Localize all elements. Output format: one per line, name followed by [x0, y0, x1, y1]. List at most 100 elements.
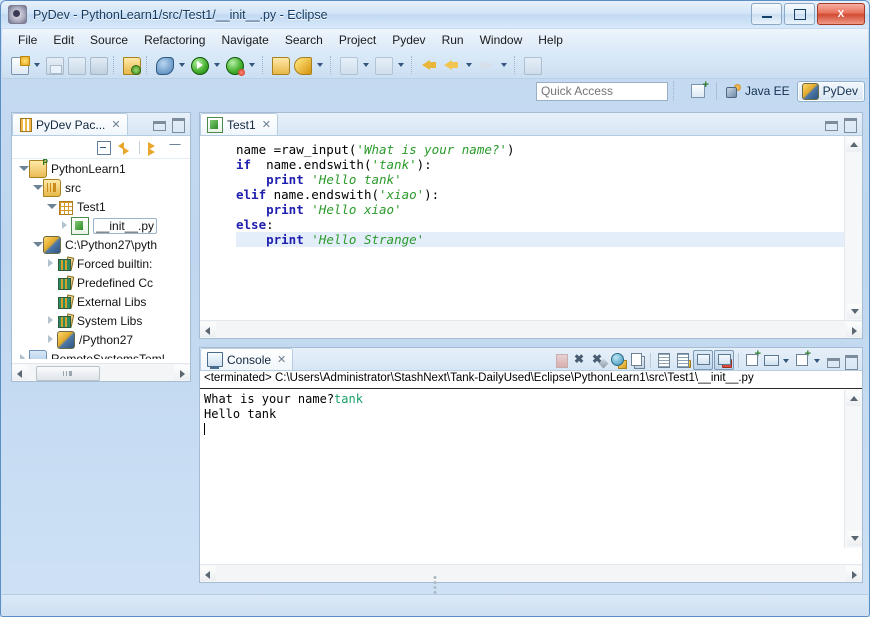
open-package-icon[interactable]	[121, 55, 141, 75]
scroll-down-icon[interactable]	[847, 304, 862, 319]
tree-item-init-py[interactable]: __init__.py	[12, 216, 190, 235]
tab-console[interactable]: Console ✕	[200, 348, 293, 370]
console-vscrollbar[interactable]	[844, 390, 862, 548]
pin-console-icon[interactable]	[743, 351, 761, 369]
run-external-tools-icon[interactable]	[224, 55, 244, 75]
menu-help[interactable]: Help	[530, 31, 571, 49]
tree-item-c-python27-pyth[interactable]: C:\Python27\pyth	[12, 235, 190, 254]
chevron-down-icon[interactable]	[176, 55, 187, 75]
chevron-down-icon[interactable]	[360, 55, 371, 75]
tree-item-predefined-cc[interactable]: Predefined Cc	[12, 273, 190, 292]
tree-item-src[interactable]: src	[12, 178, 190, 197]
package-explorer-hscrollbar[interactable]	[12, 363, 190, 381]
link-with-editor-icon[interactable]	[117, 139, 134, 155]
chevron-down-icon[interactable]	[781, 351, 792, 369]
menu-edit[interactable]: Edit	[45, 31, 82, 49]
menu-run[interactable]: Run	[434, 31, 472, 49]
chevron-down-icon[interactable]	[31, 55, 42, 75]
new-document-icon[interactable]	[9, 55, 29, 75]
close-icon[interactable]: ✕	[111, 118, 120, 131]
terminate-icon[interactable]	[571, 351, 589, 369]
close-icon[interactable]: ✕	[262, 118, 271, 131]
scroll-up-icon[interactable]	[846, 137, 861, 152]
maximize-view-icon[interactable]	[841, 115, 858, 132]
collapse-all-icon[interactable]	[95, 139, 112, 155]
minimize-view-icon[interactable]	[822, 115, 839, 132]
minimize-view-icon[interactable]	[824, 352, 841, 369]
tree-item-remotesystemstem[interactable]: RemoteSystemsTemǀ	[12, 349, 190, 359]
maximize-button[interactable]	[784, 3, 815, 25]
hscroll-track[interactable]	[28, 365, 174, 380]
clear-console-icon[interactable]	[609, 351, 627, 369]
chevron-down-icon[interactable]	[812, 351, 823, 369]
new-pydev-project-icon[interactable]	[338, 55, 358, 75]
scroll-right-icon[interactable]	[846, 322, 862, 337]
hscroll-track[interactable]	[216, 322, 846, 337]
tree-expand-arrow-closed-icon[interactable]	[58, 216, 71, 235]
show-console-on-output-icon[interactable]	[693, 350, 713, 370]
display-selected-console-icon[interactable]	[762, 351, 780, 369]
tree-expand-arrow-open-icon[interactable]	[30, 178, 43, 197]
back-icon[interactable]	[441, 55, 461, 75]
quick-access-input[interactable]	[536, 82, 668, 101]
scroll-lock-icon[interactable]	[655, 351, 673, 369]
menu-file[interactable]: File	[10, 31, 45, 49]
tree-expand-arrow-closed-icon[interactable]	[44, 311, 57, 330]
copy-console-icon[interactable]	[628, 351, 646, 369]
minimize-button[interactable]	[751, 3, 782, 25]
chevron-down-icon[interactable]	[211, 55, 222, 75]
hscroll-thumb[interactable]	[36, 366, 100, 381]
tree-expand-arrow-closed-icon[interactable]	[44, 254, 57, 273]
tree-item-python27[interactable]: /Python27	[12, 330, 190, 349]
forward-icon[interactable]	[476, 55, 496, 75]
pydev-key-icon[interactable]	[292, 55, 312, 75]
scroll-left-icon[interactable]	[200, 322, 216, 337]
close-icon[interactable]: ✕	[277, 353, 286, 366]
open-folder-icon[interactable]	[270, 55, 290, 75]
menu-refactoring[interactable]: Refactoring	[136, 31, 213, 49]
print-icon[interactable]	[88, 55, 108, 75]
editor-hscrollbar[interactable]	[200, 320, 862, 338]
tree-expand-arrow-closed-icon[interactable]	[44, 330, 57, 349]
debug-icon[interactable]	[154, 55, 174, 75]
maximize-view-icon[interactable]	[169, 115, 186, 132]
menu-window[interactable]: Window	[472, 31, 531, 49]
menu-pydev[interactable]: Pydev	[384, 31, 433, 49]
perspective-pydev[interactable]: PyDev	[797, 81, 865, 102]
scroll-up-icon[interactable]	[846, 391, 861, 406]
minimize-view-icon[interactable]	[150, 115, 167, 132]
run-icon[interactable]	[189, 55, 209, 75]
tree-item-system-libs[interactable]: System Libs	[12, 311, 190, 330]
menu-navigate[interactable]: Navigate	[213, 31, 276, 49]
project-tree[interactable]: PythonLearn1srcTest1__init__.pyC:\Python…	[12, 159, 190, 359]
save-all-icon[interactable]	[66, 55, 86, 75]
maximize-view-icon[interactable]	[842, 352, 859, 369]
tree-expand-arrow-closed-icon[interactable]	[16, 349, 29, 359]
remove-all-terminated-icon[interactable]	[590, 351, 608, 369]
scroll-right-icon[interactable]	[174, 365, 190, 380]
remove-launch-icon[interactable]	[552, 351, 570, 369]
chevron-down-icon[interactable]	[498, 55, 509, 75]
show-console-on-error-icon[interactable]	[714, 350, 734, 370]
tree-expand-arrow-open-icon[interactable]	[30, 235, 43, 254]
hscroll-track[interactable]	[216, 566, 846, 581]
perspective-java-ee[interactable]: Java EE	[721, 81, 797, 102]
menu-project[interactable]: Project	[331, 31, 384, 49]
tree-expand-arrow-open-icon[interactable]	[44, 197, 57, 216]
console-hscrollbar[interactable]	[200, 564, 862, 582]
tree-item-forced-builtin[interactable]: Forced builtin:	[12, 254, 190, 273]
previous-annotation-icon[interactable]	[419, 55, 439, 75]
console-output-area[interactable]: What is your name?tankHello tank	[200, 390, 862, 565]
chevron-down-icon[interactable]	[463, 55, 474, 75]
editor-vscrollbar[interactable]	[844, 136, 862, 321]
menu-source[interactable]: Source	[82, 31, 136, 49]
toolbar-drag-handle[interactable]	[673, 81, 681, 101]
scroll-left-icon[interactable]	[12, 365, 28, 380]
chevron-down-icon[interactable]	[314, 55, 325, 75]
word-wrap-lock-icon[interactable]	[674, 351, 692, 369]
tree-expand-arrow-open-icon[interactable]	[16, 159, 29, 178]
tree-item-test1[interactable]: Test1	[12, 197, 190, 216]
tab-pydev-package-explorer[interactable]: PyDev Pac... ✕	[12, 113, 128, 135]
save-icon[interactable]	[44, 55, 64, 75]
scroll-down-icon[interactable]	[847, 531, 862, 546]
